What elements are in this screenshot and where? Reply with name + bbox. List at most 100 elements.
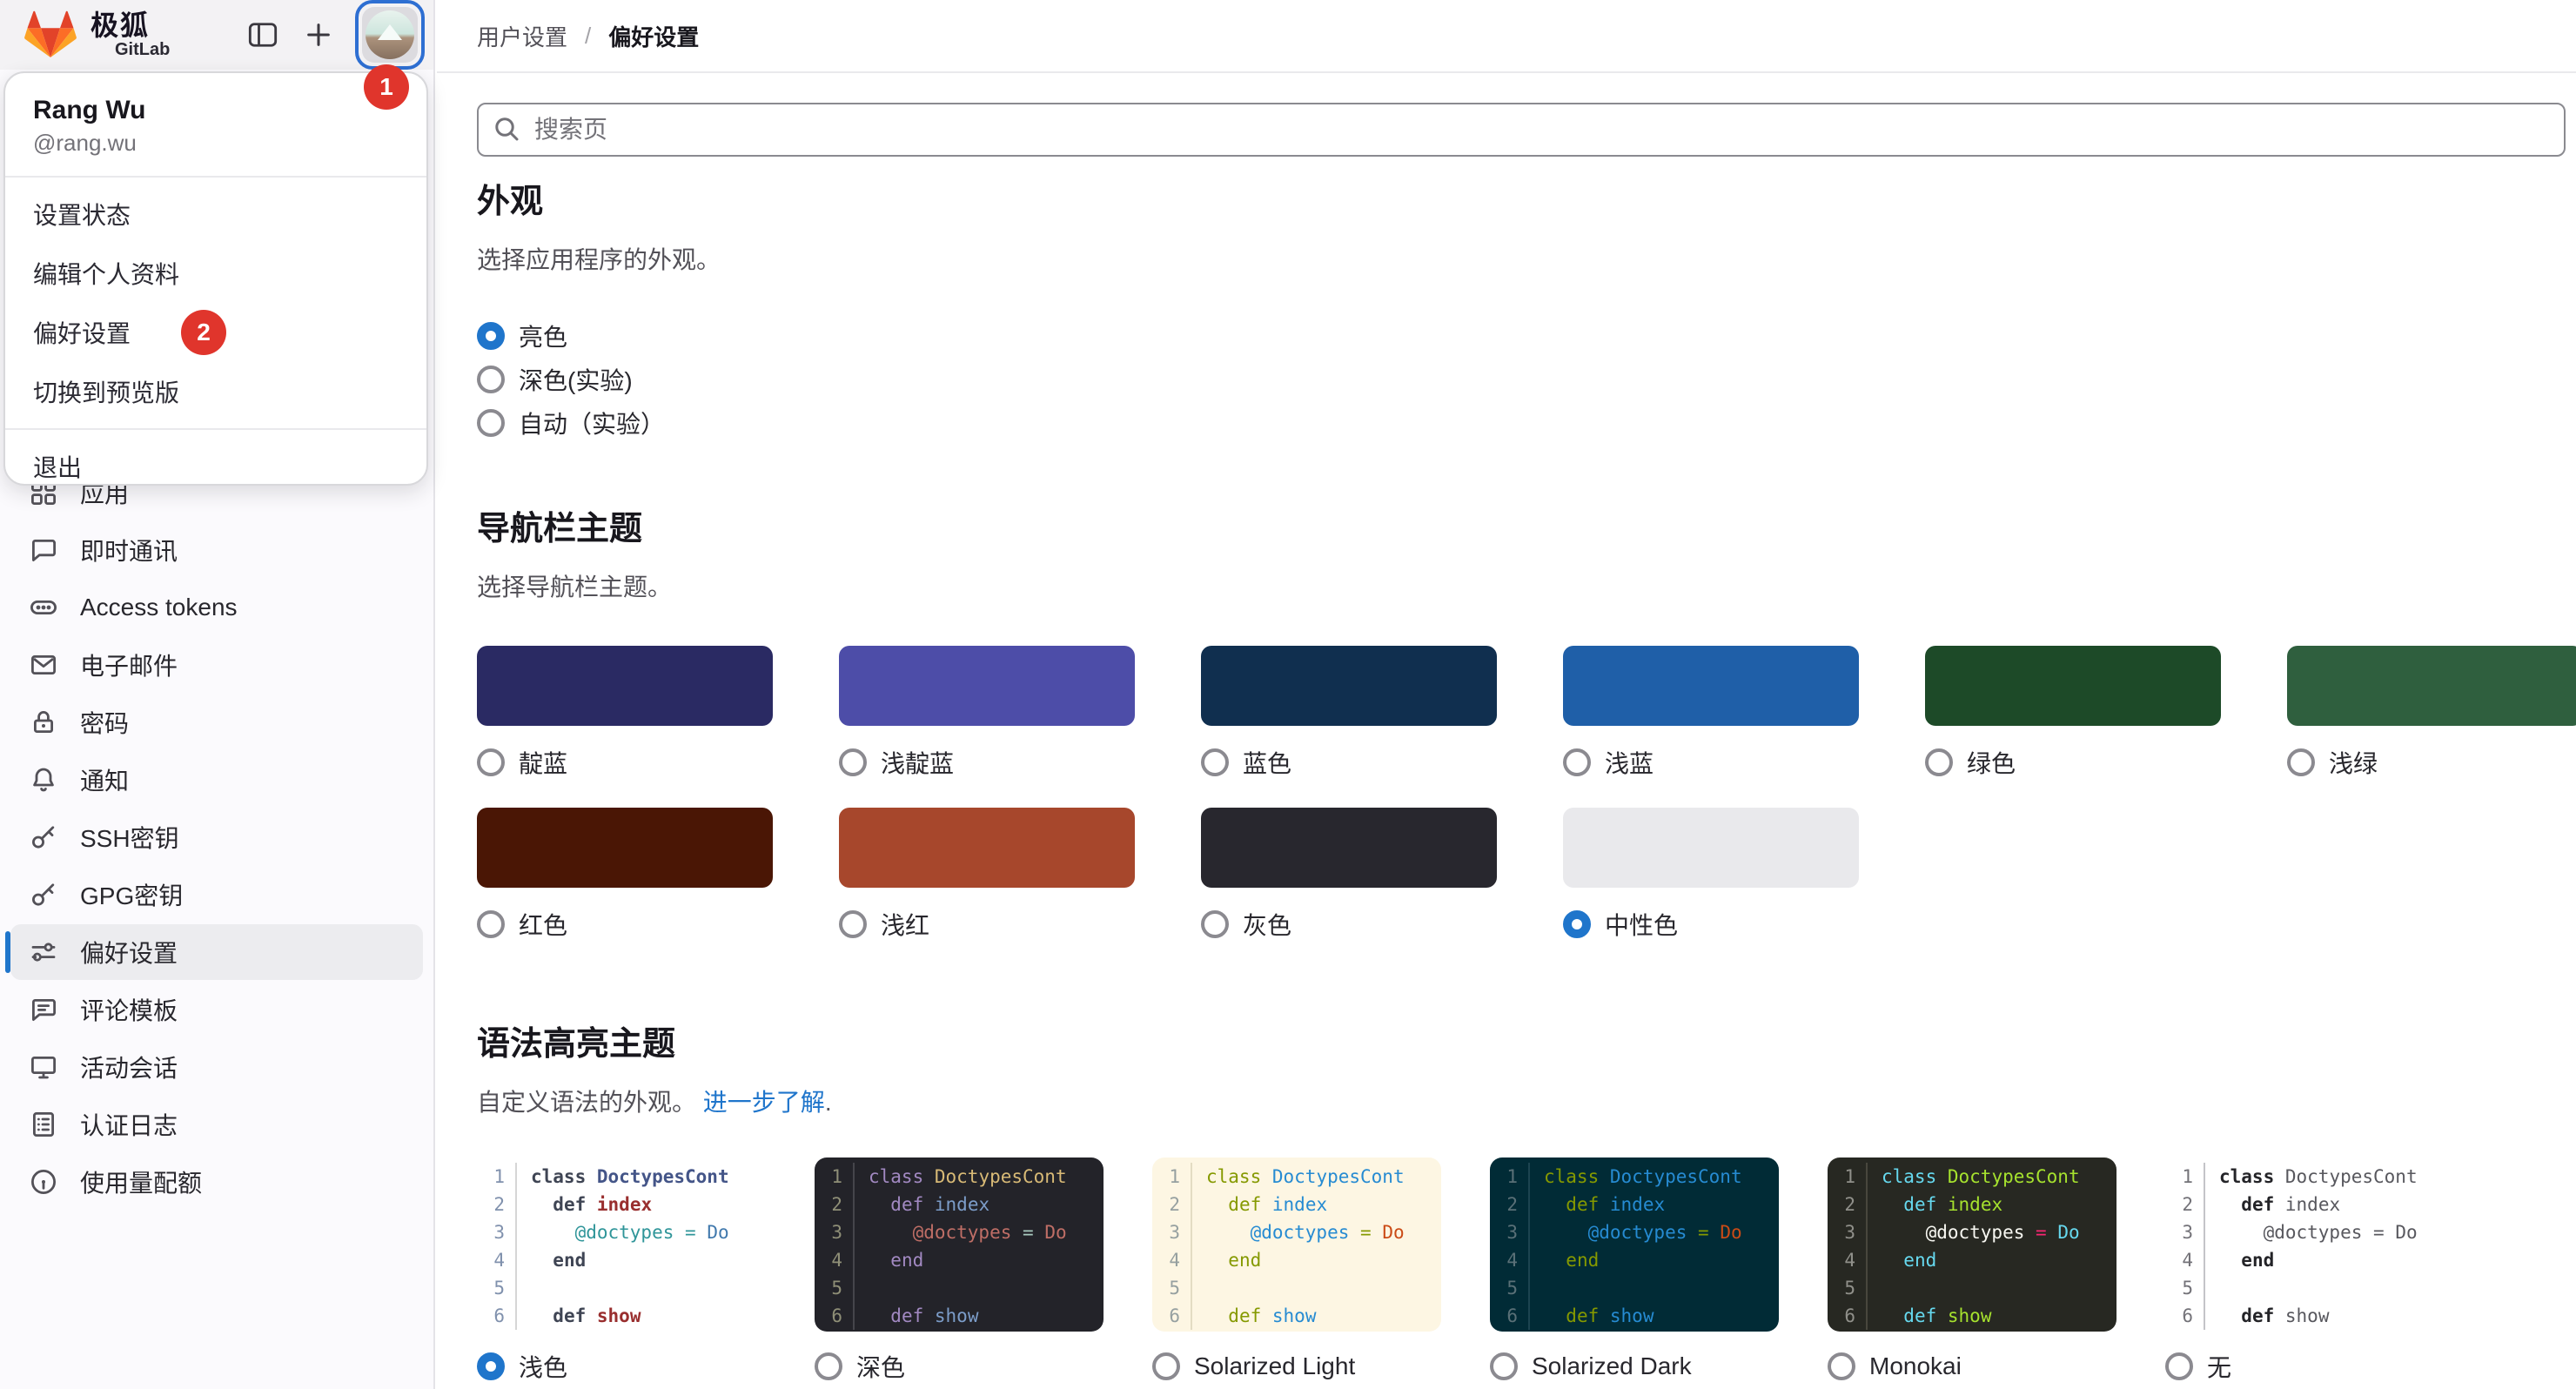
menu-item-switch-preview[interactable]: 切换到预览版	[5, 362, 426, 421]
sidebar-item-preferences[interactable]: 偏好设置	[10, 924, 423, 980]
appearance-option-label[interactable]: 自动（实验）	[519, 406, 665, 440]
syntax-theme-radio[interactable]	[2165, 1352, 2193, 1380]
syntax-theme-preview[interactable]: 1class DoctypesCont2 def index3 @doctype…	[815, 1158, 1104, 1332]
learn-more-link[interactable]: 进一步了解	[703, 1089, 825, 1116]
navbar-theme-swatch[interactable]	[839, 808, 1135, 888]
navbar-theme-radio[interactable]	[477, 748, 505, 776]
navbar-theme-swatch[interactable]	[839, 646, 1135, 726]
navbar-theme-swatch[interactable]	[1563, 646, 1859, 726]
navbar-theme-radio[interactable]	[1925, 748, 1953, 776]
navbar-theme-radio[interactable]	[1201, 910, 1229, 938]
user-menu-button[interactable]	[355, 0, 425, 70]
syntax-theme-radio[interactable]	[477, 1352, 505, 1380]
breadcrumb: 用户设置 / 偏好设置	[477, 0, 699, 71]
navbar-theme-label[interactable]: 浅蓝	[1605, 745, 1654, 780]
appearance-option-radio[interactable]	[477, 322, 505, 350]
navbar-theme-swatch[interactable]	[1925, 646, 2221, 726]
appearance-option-label[interactable]: 深色(实验)	[519, 362, 633, 397]
sidebar-nav: 应用即时通讯Access tokens电子邮件密码通知SSH密钥GPG密钥偏好设…	[0, 463, 433, 1211]
appearance-option-radio[interactable]	[477, 366, 505, 393]
menu-item-label: 设置状态	[33, 197, 131, 232]
monitor-icon	[30, 1053, 57, 1081]
syntax-theme-label[interactable]: 浅色	[519, 1349, 567, 1384]
navbar-theme-label[interactable]: 绿色	[1967, 745, 2016, 780]
syntax-theme-label[interactable]: Monokai	[1869, 1352, 1962, 1380]
syntax-theme-preview[interactable]: 1class DoctypesCont2 def index3 @doctype…	[1152, 1158, 1441, 1332]
navbar-theme-description: 选择导航栏主题。	[477, 571, 2576, 604]
navbar-theme-option: 绿色	[1925, 646, 2221, 776]
sidebar-toggle-button[interactable]	[240, 12, 285, 57]
navbar-theme-radio[interactable]	[1563, 748, 1591, 776]
sidebar-item-comment-templates[interactable]: 评论模板	[10, 982, 423, 1037]
sidebar-item-ssh-keys[interactable]: SSH密钥	[10, 809, 423, 865]
navbar-theme-swatch[interactable]	[1201, 808, 1497, 888]
appearance-option-radio[interactable]	[477, 409, 505, 437]
navbar-theme-option: 浅蓝	[1563, 646, 1859, 776]
syntax-theme-option: 1class DoctypesCont2 def index3 @doctype…	[1490, 1158, 1779, 1380]
navbar-theme-swatch[interactable]	[477, 808, 773, 888]
syntax-theme-radio[interactable]	[1490, 1352, 1518, 1380]
navbar-theme-label[interactable]: 红色	[519, 907, 567, 942]
menu-item-sign-out[interactable]: 退出	[5, 437, 426, 496]
syntax-theme-radio[interactable]	[1828, 1352, 1855, 1380]
navbar-theme-swatch[interactable]	[1563, 808, 1859, 888]
user-dropdown: Rang Wu @rang.wu 设置状态编辑个人资料偏好设置2切换到预览版 退…	[3, 71, 428, 486]
syntax-theme-radio[interactable]	[815, 1352, 842, 1380]
sidebar-item-usage-quotas[interactable]: 使用量配额	[10, 1154, 423, 1210]
sidebar-item-emails[interactable]: 电子邮件	[10, 637, 423, 693]
navbar-theme-grid: 靛蓝浅靛蓝蓝色浅蓝绿色浅绿红色浅红灰色中性色	[477, 646, 2576, 938]
user-name: Rang Wu	[33, 94, 399, 127]
main-content: 用户设置 / 偏好设置 外观 选择应用程序的外观。 亮色深色(实验)自动（实验）…	[437, 0, 2576, 1389]
navbar-theme-radio[interactable]	[839, 748, 867, 776]
annotation-badge-2: 2	[181, 310, 226, 355]
navbar-theme-swatch[interactable]	[2287, 646, 2576, 726]
syntax-theme-preview[interactable]: 1class DoctypesCont2 def index3 @doctype…	[1490, 1158, 1779, 1332]
menu-item-set-status[interactable]: 设置状态	[5, 185, 426, 244]
syntax-theme-label[interactable]: Solarized Dark	[1532, 1352, 1692, 1380]
syntax-theme-radio[interactable]	[1152, 1352, 1180, 1380]
sidebar-item-label: 评论模板	[80, 992, 178, 1027]
sidebar-item-label: GPG密钥	[80, 877, 183, 912]
navbar-theme-swatch[interactable]	[477, 646, 773, 726]
sidebar-item-gpg-keys[interactable]: GPG密钥	[10, 867, 423, 923]
menu-item-preferences[interactable]: 偏好设置2	[5, 303, 426, 362]
new-item-button[interactable]	[296, 12, 341, 57]
navbar-theme-radio[interactable]	[839, 910, 867, 938]
navbar-theme-label[interactable]: 浅绿	[2329, 745, 2378, 780]
navbar-theme-radio[interactable]	[2287, 748, 2315, 776]
syntax-theme-option: 1class DoctypesCont2 def index3 @doctype…	[2165, 1158, 2454, 1380]
navbar-theme-label[interactable]: 灰色	[1243, 907, 1291, 942]
menu-item-edit-profile[interactable]: 编辑个人资料	[5, 244, 426, 303]
navbar-theme-swatch[interactable]	[1201, 646, 1497, 726]
brand-logo[interactable]: 极狐 GitLab	[24, 10, 170, 59]
syntax-theme-label[interactable]: 无	[2207, 1349, 2231, 1384]
navbar-theme-label[interactable]: 蓝色	[1243, 745, 1291, 780]
navbar-theme-radio[interactable]	[1563, 910, 1591, 938]
sidebar-item-auth-log[interactable]: 认证日志	[10, 1097, 423, 1152]
navbar-theme-label[interactable]: 浅红	[881, 907, 929, 942]
sidebar-item-chat[interactable]: 即时通讯	[10, 522, 423, 578]
syntax-theme-preview[interactable]: 1class DoctypesCont2 def index3 @doctype…	[1828, 1158, 2116, 1332]
sidebar-item-active-sessions[interactable]: 活动会话	[10, 1039, 423, 1095]
syntax-theme-option: 1class DoctypesCont2 def index3 @doctype…	[815, 1158, 1104, 1380]
syntax-theme-preview[interactable]: 1class DoctypesCont2 def index3 @doctype…	[2165, 1158, 2454, 1332]
navbar-theme-option: 中性色	[1563, 808, 1859, 938]
annotation-badge-1: 1	[364, 64, 409, 110]
sidebar-item-notifications[interactable]: 通知	[10, 752, 423, 808]
navbar-theme-option: 灰色	[1201, 808, 1497, 938]
navbar-theme-radio[interactable]	[477, 910, 505, 938]
search-input[interactable]	[477, 103, 2566, 157]
breadcrumb-user-settings[interactable]: 用户设置	[477, 20, 567, 52]
sidebar-item-password[interactable]: 密码	[10, 694, 423, 750]
syntax-theme-label[interactable]: Solarized Light	[1194, 1352, 1355, 1380]
navbar-theme-label[interactable]: 中性色	[1605, 907, 1678, 942]
key-icon	[30, 881, 57, 909]
navbar-theme-radio[interactable]	[1201, 748, 1229, 776]
syntax-theme-label[interactable]: 深色	[856, 1349, 905, 1384]
navbar-theme-label[interactable]: 浅靛蓝	[881, 745, 954, 780]
syntax-theme-preview[interactable]: 1class DoctypesCont2 def index3 @doctype…	[477, 1158, 766, 1332]
navbar-theme-label[interactable]: 靛蓝	[519, 745, 567, 780]
token-icon	[30, 594, 57, 621]
sidebar-item-access-tokens[interactable]: Access tokens	[10, 580, 423, 635]
appearance-option-label[interactable]: 亮色	[519, 319, 567, 353]
